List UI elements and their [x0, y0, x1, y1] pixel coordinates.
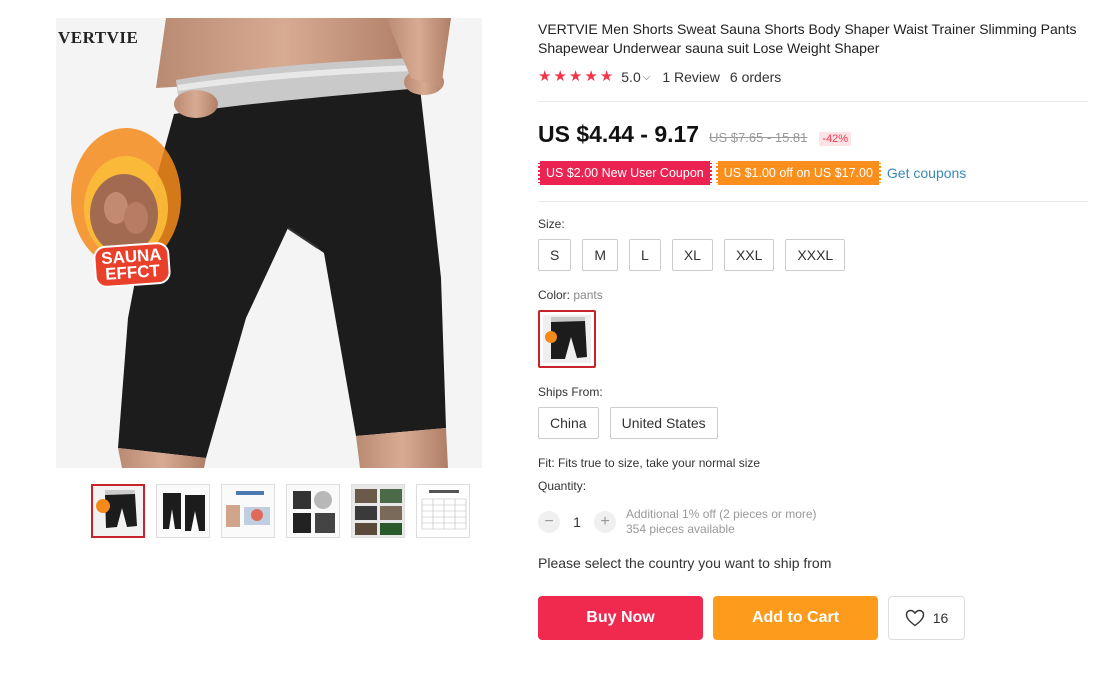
coupon-row: US $2.00 New User Coupon US $1.00 off on…: [538, 161, 966, 185]
product-title: VERTVIE Men Shorts Sweat Sauna Shorts Bo…: [538, 21, 1077, 56]
quantity-info: Additional 1% off (2 pieces or more) 354…: [626, 507, 817, 537]
quantity-stepper: − 1 + Additional 1% off (2 pieces or mor…: [538, 507, 817, 537]
ship-option-united-states[interactable]: United States: [609, 407, 718, 439]
rating-stars: ★ ★ ★ ★ ★: [538, 69, 613, 85]
star-icon: ★: [599, 68, 614, 85]
discount-badge: -42%: [819, 132, 852, 146]
thumbnail-1[interactable]: [91, 484, 145, 538]
current-price: US $4.44 - 9.17: [538, 121, 700, 147]
price-row: US $4.44 - 9.17 US $7.65 - 15.81 -42%: [538, 121, 852, 148]
thumbnail-6[interactable]: [416, 484, 470, 538]
shorts-illustration: [56, 18, 482, 468]
stock-available: 354 pieces available: [626, 522, 735, 536]
size-option[interactable]: XL: [671, 239, 713, 271]
quantity-decrease-button[interactable]: −: [538, 511, 560, 533]
bulk-discount-note: Additional 1% off (2 pieces or more): [626, 507, 817, 521]
color-option-pants[interactable]: [538, 310, 596, 368]
size-option[interactable]: XXL: [723, 239, 775, 271]
quantity-increase-button[interactable]: +: [594, 511, 616, 533]
ship-option-china[interactable]: China: [538, 407, 599, 439]
ship-country-prompt: Please select the country you want to sh…: [538, 555, 832, 571]
color-selected-value: pants: [573, 288, 603, 302]
get-coupons-link[interactable]: Get coupons: [887, 165, 966, 181]
color-swatch-image: [543, 315, 591, 363]
star-icon: ★: [553, 68, 567, 85]
divider: [538, 201, 1088, 202]
brand-logo: VERTVIE: [58, 28, 139, 47]
star-icon: ★: [538, 68, 552, 85]
ships-from-options: China United States: [538, 407, 718, 439]
size-option[interactable]: L: [629, 239, 661, 271]
star-icon: ★: [584, 68, 598, 85]
quantity-value[interactable]: 1: [560, 514, 594, 530]
new-user-coupon[interactable]: US $2.00 New User Coupon: [538, 161, 712, 185]
wishlist-button[interactable]: 16: [888, 596, 965, 640]
add-to-cart-button[interactable]: Add to Cart: [713, 596, 878, 640]
store-coupon[interactable]: US $1.00 off on US $17.00: [715, 161, 882, 185]
action-buttons: Buy Now Add to Cart 16: [538, 596, 965, 640]
size-option[interactable]: XXXL: [785, 239, 846, 271]
rating-score[interactable]: 5.0: [621, 69, 640, 85]
size-option[interactable]: M: [582, 239, 619, 271]
color-label-text: Color:: [538, 288, 571, 302]
thumbnail-4[interactable]: [286, 484, 340, 538]
size-option[interactable]: S: [538, 239, 572, 271]
original-price: US $7.65 - 15.81: [709, 130, 808, 145]
heart-icon: [905, 609, 924, 627]
fit-note: Fit: Fits true to size, take your normal…: [538, 456, 761, 470]
divider: [538, 101, 1088, 102]
thumbnail-strip: [91, 484, 470, 538]
thumbnail-2[interactable]: [156, 484, 210, 538]
size-label: Size:: [538, 217, 565, 231]
thumbnail-3[interactable]: [221, 484, 275, 538]
thumbnail-5[interactable]: [351, 484, 405, 538]
main-product-image[interactable]: VERTVIE SAUNA EFFCT: [56, 18, 482, 468]
buy-now-button[interactable]: Buy Now: [538, 596, 703, 640]
color-label: Color: pants: [538, 288, 603, 302]
ships-from-label: Ships From:: [538, 385, 603, 399]
rating-row: ★ ★ ★ ★ ★ 5.0 ⌵ 1 Review 6 orders: [538, 69, 782, 86]
wishlist-count: 16: [932, 610, 949, 626]
quantity-label: Quantity:: [538, 479, 587, 493]
orders-count: 6 orders: [729, 69, 782, 85]
star-icon: ★: [568, 68, 583, 85]
chevron-down-icon[interactable]: ⌵: [643, 72, 651, 83]
reviews-link[interactable]: 1 Review: [662, 69, 720, 85]
size-options: S M L XL XXL XXXL: [538, 239, 846, 271]
sauna-effect-badge: SAUNA EFFCT: [92, 241, 172, 289]
